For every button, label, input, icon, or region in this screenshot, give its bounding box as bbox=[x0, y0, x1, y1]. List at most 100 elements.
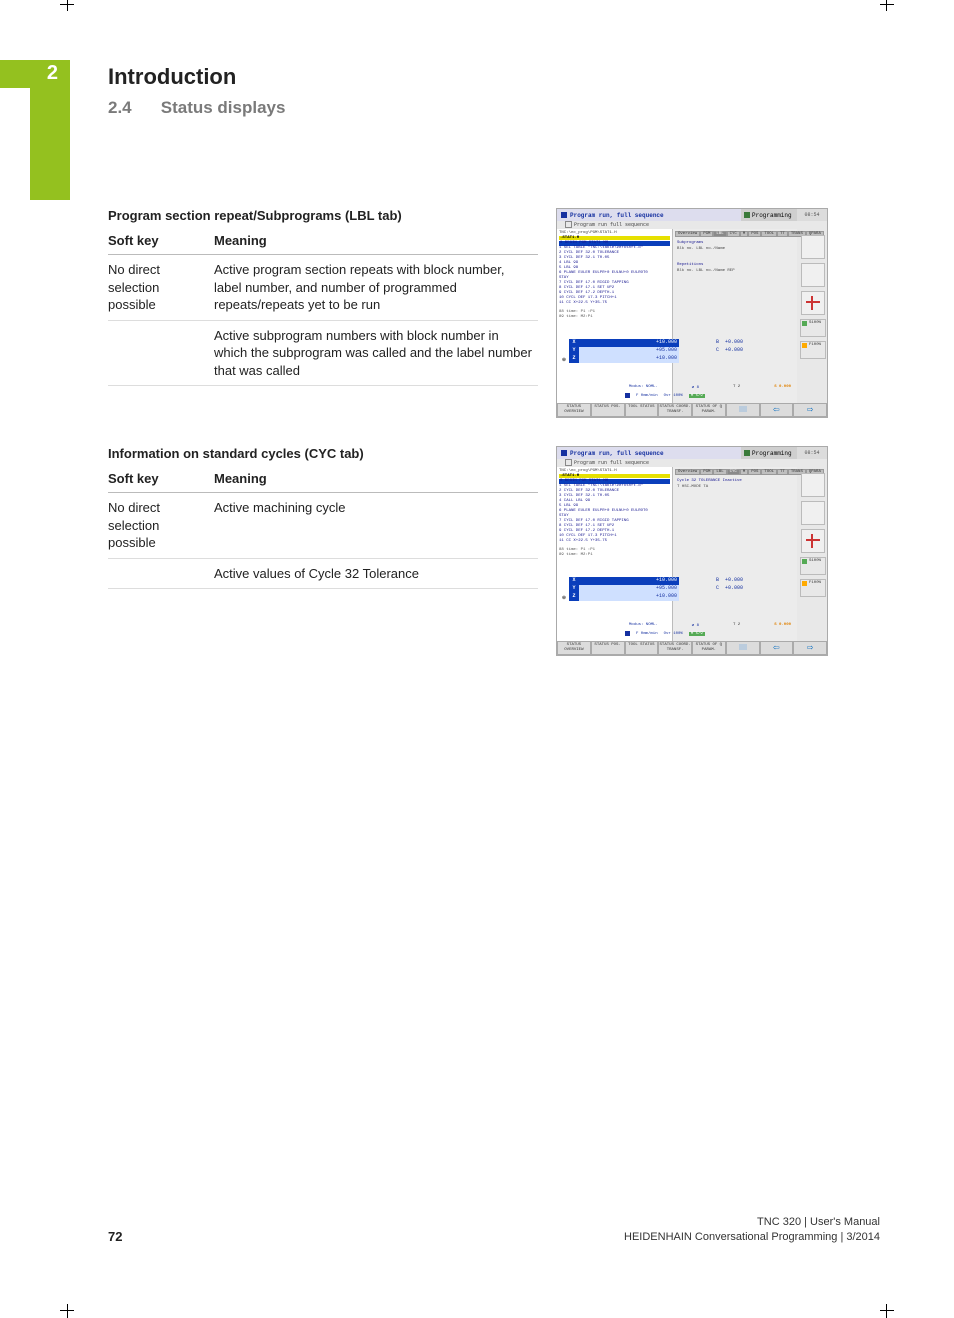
status-tab[interactable]: TT bbox=[777, 469, 788, 475]
chapter-title: Introduction bbox=[108, 64, 285, 90]
softkey[interactable]: STATUS POS. bbox=[591, 403, 625, 417]
softkey-icon[interactable] bbox=[726, 403, 760, 417]
sidebar-button[interactable] bbox=[801, 501, 825, 525]
softkey-icon[interactable] bbox=[726, 641, 760, 655]
cnc-screenshot: Program run, full sequence Programming 0… bbox=[556, 446, 828, 656]
feed-icon bbox=[625, 631, 630, 636]
status-tab[interactable]: PGM bbox=[700, 469, 713, 475]
axis-value: C +0.000 bbox=[693, 585, 743, 593]
softkey[interactable]: STATUS OF Q PARAM. bbox=[692, 641, 726, 655]
axis-label: Y bbox=[569, 347, 579, 355]
softkey-next-icon[interactable]: ⇨ bbox=[793, 641, 827, 655]
status-tab[interactable]: PGM bbox=[700, 231, 713, 237]
position-block: ⊕ X +10.000 Y +95.000 Z +10.000 B +0.000… bbox=[559, 577, 795, 619]
program-name: →STAT1.H bbox=[559, 474, 670, 478]
info-table: Soft key Meaning No direct selection pos… bbox=[108, 229, 538, 386]
clock: 08:54 bbox=[797, 447, 827, 459]
meaning-cell: Active program section repeats with bloc… bbox=[214, 255, 538, 321]
axis-label: Z bbox=[569, 593, 579, 601]
sidebar-joystick-icon[interactable] bbox=[801, 529, 825, 553]
axis-row: Z +10.000 bbox=[569, 593, 679, 601]
override-display: S100% bbox=[800, 319, 826, 337]
softkey[interactable]: STATUS OVERVIEW bbox=[557, 403, 591, 417]
axis-row: X +10.000 bbox=[569, 577, 679, 585]
softkey[interactable]: STATUS POS. bbox=[591, 641, 625, 655]
mode-subtitle: Program run full sequence bbox=[557, 221, 827, 229]
tool-status-line: Modus: NOML.⌀ 8T 2S 0.000 bbox=[625, 621, 795, 629]
status-tab[interactable]: CYC bbox=[727, 231, 740, 237]
status-tab[interactable]: LBL bbox=[713, 231, 726, 237]
sub-heading: Information on standard cycles (CYC tab) bbox=[108, 446, 538, 461]
footer-line1: TNC 320 | User's Manual bbox=[624, 1215, 880, 1229]
status-tab[interactable]: LBL bbox=[713, 469, 726, 475]
axis-value: +10.000 bbox=[579, 339, 679, 347]
table-row: Active values of Cycle 32 Tolerance bbox=[108, 558, 538, 589]
status-tab[interactable]: Overview bbox=[675, 231, 700, 237]
mode-secondary: Programming bbox=[741, 447, 797, 459]
section-number: 2.4 bbox=[108, 98, 156, 118]
axis-row: Y +95.000 bbox=[569, 347, 679, 355]
axis-value: +10.000 bbox=[579, 355, 679, 363]
status-tab[interactable]: M bbox=[740, 469, 748, 475]
sidebar-button[interactable] bbox=[801, 235, 825, 259]
status-tab[interactable]: TT bbox=[777, 231, 788, 237]
softkey-prev-icon[interactable]: ⇦ bbox=[760, 403, 794, 417]
softkey[interactable]: STATUS COORD. TRANSF. bbox=[658, 403, 692, 417]
mode-title: Program run, full sequence bbox=[557, 209, 741, 221]
program-line: 89 time: M2:P1 bbox=[559, 315, 670, 320]
status-tab-row: OverviewPGMLBLCYCMPOSTOOLTTTRANSQPARA bbox=[675, 231, 795, 237]
section-name: Status displays bbox=[161, 98, 286, 117]
sidebar-joystick-icon[interactable] bbox=[801, 291, 825, 315]
pos-mode-icon: ⊕ bbox=[559, 577, 569, 619]
override-display: F100% bbox=[800, 341, 826, 359]
softkey[interactable]: STATUS OVERVIEW bbox=[557, 641, 591, 655]
softkey-next-icon[interactable]: ⇨ bbox=[793, 403, 827, 417]
page-headings: Introduction 2.4 Status displays bbox=[108, 60, 285, 118]
softkey-row: STATUS OVERVIEWSTATUS POS.TOOL STATUSSTA… bbox=[557, 641, 827, 655]
page-number: 72 bbox=[108, 1229, 122, 1244]
status-tab[interactable]: Overview bbox=[675, 469, 700, 475]
status-tab[interactable]: POS bbox=[748, 231, 761, 237]
table-row: No direct selection possible Active mach… bbox=[108, 493, 538, 559]
softkey[interactable]: TOOL STATUS bbox=[625, 641, 659, 655]
column-header: Meaning bbox=[214, 467, 538, 493]
axis-value: +95.000 bbox=[579, 347, 679, 355]
softkey[interactable]: STATUS COORD. TRANSF. bbox=[658, 641, 692, 655]
status-tab[interactable]: CYC bbox=[727, 469, 740, 475]
axis-row: X +10.000 bbox=[569, 339, 679, 347]
mode-subtitle: Program run full sequence bbox=[557, 459, 827, 467]
status-tab[interactable]: M bbox=[740, 231, 748, 237]
sidebar-button[interactable] bbox=[801, 473, 825, 497]
axis-label: Y bbox=[569, 585, 579, 593]
sidebar-button[interactable] bbox=[801, 263, 825, 287]
status-tab[interactable]: TOOL bbox=[761, 231, 777, 237]
softkey-row: STATUS OVERVIEWSTATUS POS.TOOL STATUSSTA… bbox=[557, 403, 827, 417]
table-row: No direct selection possible Active prog… bbox=[108, 255, 538, 321]
softkey-cell: No direct selection possible bbox=[108, 255, 214, 321]
programming-icon bbox=[744, 212, 750, 218]
softkey-cell bbox=[108, 558, 214, 589]
program-name: →STAT1.H bbox=[559, 236, 670, 240]
program-line: 89 time: M2:P1 bbox=[559, 553, 670, 558]
sub-heading: Program section repeat/Subprograms (LBL … bbox=[108, 208, 538, 223]
softkey[interactable]: STATUS OF Q PARAM. bbox=[692, 403, 726, 417]
status-panel: Subprograms Blk no. LBL no./Name Repetit… bbox=[675, 239, 795, 299]
softkey-cell bbox=[108, 320, 214, 386]
status-panel: Cycle 32 TOLERANCE Inactive T HSC-MODE T… bbox=[675, 477, 795, 537]
footer-line2: HEIDENHAIN Conversational Programming | … bbox=[624, 1230, 880, 1244]
axis-value: B +0.000 bbox=[693, 577, 743, 585]
table-row: Active subprogram numbers with block num… bbox=[108, 320, 538, 386]
mode-icon bbox=[561, 212, 567, 218]
mode-secondary: Programming bbox=[741, 209, 797, 221]
override-line: F 0mm/minOvr 100%M 5/9 bbox=[625, 630, 795, 637]
file-path: TNC:\nc_prog\PGM\STAT1.H bbox=[559, 231, 670, 235]
mode-sub-icon bbox=[565, 459, 572, 466]
softkey-prev-icon[interactable]: ⇦ bbox=[760, 641, 794, 655]
axis-value: B +0.000 bbox=[693, 339, 743, 347]
softkey-cell: No direct selection possible bbox=[108, 493, 214, 559]
status-tab[interactable]: POS bbox=[748, 469, 761, 475]
footer-meta: TNC 320 | User's Manual HEIDENHAIN Conve… bbox=[624, 1215, 880, 1244]
status-tab[interactable]: TOOL bbox=[761, 469, 777, 475]
axis-value: +95.000 bbox=[579, 585, 679, 593]
softkey[interactable]: TOOL STATUS bbox=[625, 403, 659, 417]
